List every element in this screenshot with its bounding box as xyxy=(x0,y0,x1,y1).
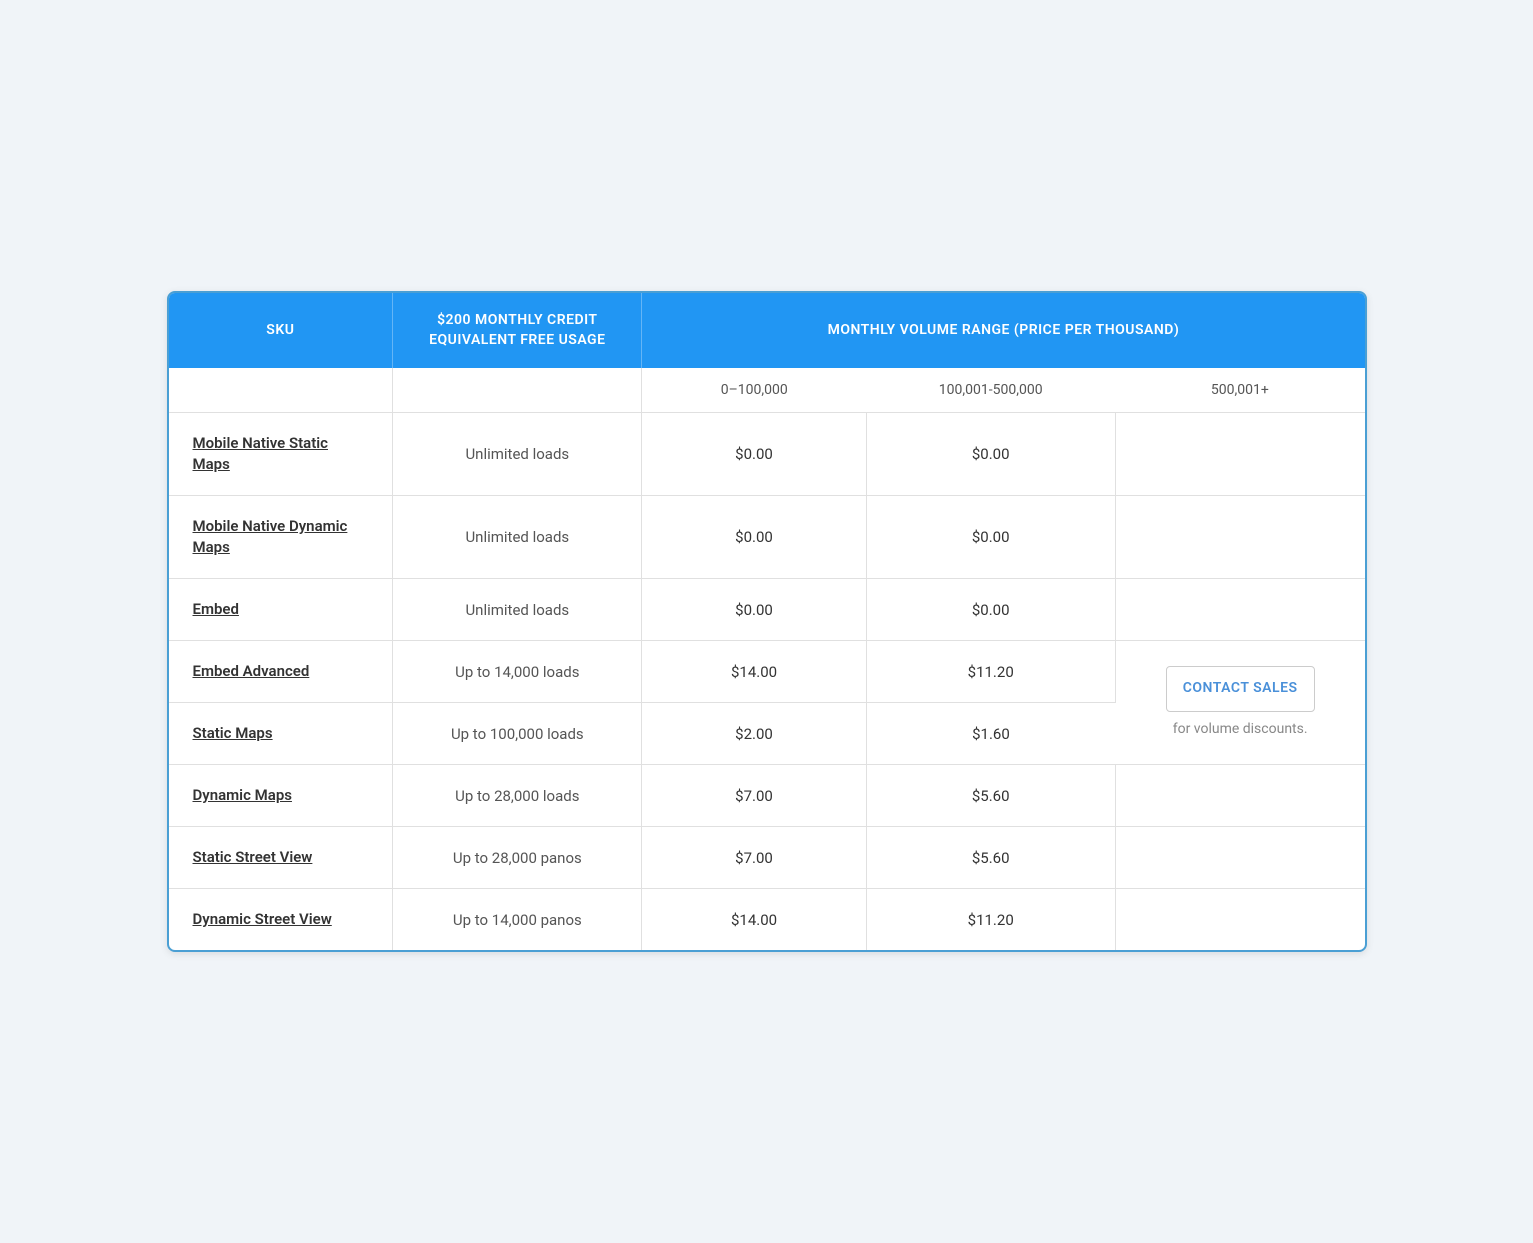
static-maps-link[interactable]: Static Maps xyxy=(193,724,273,742)
price-cell-0-range2: $0.00 xyxy=(866,413,1115,496)
sku-cell-static-maps: Static Maps xyxy=(169,703,393,765)
price-cell-2-range1: $0.00 xyxy=(642,579,866,641)
table-row: Static Street View Up to 28,000 panos $7… xyxy=(169,827,1365,889)
price-cell-5-range3 xyxy=(1115,765,1364,827)
subheader-sku-empty xyxy=(169,368,393,413)
price-cell-3-range2: $11.20 xyxy=(866,641,1115,703)
credit-cell-7: Up to 14,000 panos xyxy=(393,889,642,951)
price-cell-0-range1: $0.00 xyxy=(642,413,866,496)
table-row: Dynamic Street View Up to 14,000 panos $… xyxy=(169,889,1365,951)
subheader-range2: 100,001-500,000 xyxy=(866,368,1115,413)
price-cell-3-range1: $14.00 xyxy=(642,641,866,703)
sku-cell-mobile-native-dynamic-maps: Mobile Native Dynamic Maps xyxy=(169,496,393,579)
price-cell-1-range1: $0.00 xyxy=(642,496,866,579)
table-row: Mobile Native Dynamic Maps Unlimited loa… xyxy=(169,496,1365,579)
subheader-row: 0–100,000 100,001-500,000 500,001+ xyxy=(169,368,1365,413)
credit-cell-6: Up to 28,000 panos xyxy=(393,827,642,889)
sku-cell-embed-advanced: Embed Advanced xyxy=(169,641,393,703)
price-cell-7-range3 xyxy=(1115,889,1364,951)
sku-cell-mobile-native-static-maps: Mobile Native Static Maps xyxy=(169,413,393,496)
price-cell-5-range1: $7.00 xyxy=(642,765,866,827)
for-volume-text: for volume discounts. xyxy=(1173,720,1308,740)
price-cell-6-range3 xyxy=(1115,827,1364,889)
sku-cell-dynamic-street-view: Dynamic Street View xyxy=(169,889,393,951)
credit-header: $200 Monthly Credit Equivalent Free Usag… xyxy=(393,293,642,368)
table-row: Embed Unlimited loads $0.00 $0.00 xyxy=(169,579,1365,641)
price-cell-5-range2: $5.60 xyxy=(866,765,1115,827)
credit-cell-1: Unlimited loads xyxy=(393,496,642,579)
table-row: Embed Advanced Up to 14,000 loads $14.00… xyxy=(169,641,1365,703)
price-cell-2-range3 xyxy=(1115,579,1364,641)
static-street-view-link[interactable]: Static Street View xyxy=(193,848,313,866)
credit-cell-5: Up to 28,000 loads xyxy=(393,765,642,827)
price-cell-1-range3 xyxy=(1115,496,1364,579)
mobile-native-dynamic-maps-link[interactable]: Mobile Native Dynamic Maps xyxy=(193,517,348,556)
credit-cell-0: Unlimited loads xyxy=(393,413,642,496)
credit-cell-2: Unlimited loads xyxy=(393,579,642,641)
dynamic-street-view-link[interactable]: Dynamic Street View xyxy=(193,910,332,928)
volume-range-header: Monthly Volume Range (Price Per Thousand… xyxy=(642,293,1365,368)
price-cell-4-range2: $1.60 xyxy=(866,703,1115,765)
mobile-native-static-maps-link[interactable]: Mobile Native Static Maps xyxy=(193,434,328,473)
price-cell-7-range1: $14.00 xyxy=(642,889,866,951)
dynamic-maps-link[interactable]: Dynamic Maps xyxy=(193,786,292,804)
contact-sales-wrapper: CONTACT SALES for volume discounts. xyxy=(1132,666,1349,739)
contact-sales-button[interactable]: CONTACT SALES xyxy=(1166,666,1315,712)
sku-cell-dynamic-maps: Dynamic Maps xyxy=(169,765,393,827)
credit-cell-3: Up to 14,000 loads xyxy=(393,641,642,703)
price-cell-6-range1: $7.00 xyxy=(642,827,866,889)
subheader-range3: 500,001+ xyxy=(1115,368,1364,413)
contact-sales-cell: CONTACT SALES for volume discounts. xyxy=(1115,641,1364,765)
price-cell-2-range2: $0.00 xyxy=(866,579,1115,641)
sku-header: SKU xyxy=(169,293,393,368)
subheader-credit-empty xyxy=(393,368,642,413)
sku-cell-static-street-view: Static Street View xyxy=(169,827,393,889)
table-row: Dynamic Maps Up to 28,000 loads $7.00 $5… xyxy=(169,765,1365,827)
price-cell-4-range1: $2.00 xyxy=(642,703,866,765)
price-cell-0-range3 xyxy=(1115,413,1364,496)
embed-advanced-link[interactable]: Embed Advanced xyxy=(193,662,310,680)
credit-cell-4: Up to 100,000 loads xyxy=(393,703,642,765)
price-cell-1-range2: $0.00 xyxy=(866,496,1115,579)
embed-link[interactable]: Embed xyxy=(193,600,239,618)
sku-cell-embed: Embed xyxy=(169,579,393,641)
subheader-range1: 0–100,000 xyxy=(642,368,866,413)
price-cell-6-range2: $5.60 xyxy=(866,827,1115,889)
pricing-table-container: SKU $200 Monthly Credit Equivalent Free … xyxy=(167,291,1367,952)
price-cell-7-range2: $11.20 xyxy=(866,889,1115,951)
table-row: Mobile Native Static Maps Unlimited load… xyxy=(169,413,1365,496)
